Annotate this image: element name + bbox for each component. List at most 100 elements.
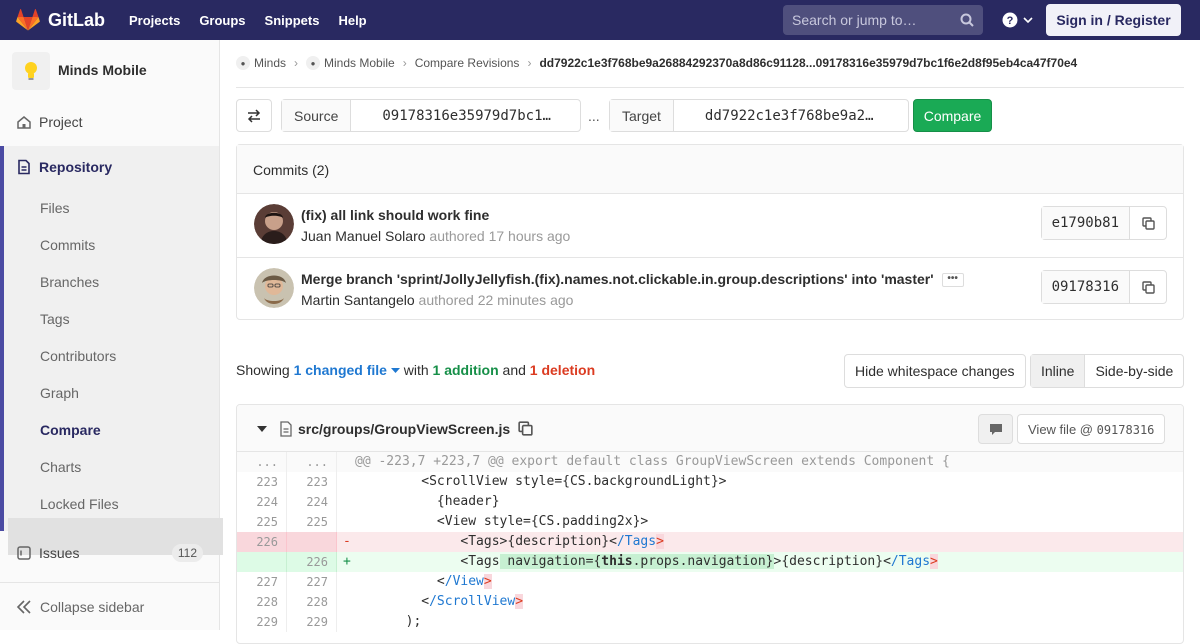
old-line-number <box>237 552 287 572</box>
signin-button[interactable]: Sign in / Register <box>1046 4 1181 36</box>
chevron-down-icon <box>1023 17 1033 24</box>
new-line-number[interactable]: 228 <box>287 592 337 612</box>
collapse-chevron-icon[interactable] <box>257 426 267 433</box>
compare-button[interactable]: Compare <box>913 99 992 132</box>
new-line-number[interactable]: 225 <box>287 512 337 532</box>
sidebar-item-label: Issues <box>39 544 80 561</box>
sidebar-subitem-charts[interactable]: Charts <box>40 459 81 475</box>
new-line-number[interactable]: 227 <box>287 572 337 592</box>
hunk-text: @@ -223,7 +223,7 @@ export default class… <box>337 452 1183 472</box>
sidebar-subitem-locked-files[interactable]: Locked Files <box>40 496 119 512</box>
sidebar-item-issues[interactable]: Issues 112 <box>0 534 219 571</box>
commit-title[interactable]: Merge branch 'sprint/JollyJellyfish.(fix… <box>301 271 964 288</box>
commit-author[interactable]: Juan Manuel Solaro <box>301 228 426 244</box>
commit-author[interactable]: Martin Santangelo <box>301 292 415 308</box>
old-line-number[interactable]: 229 <box>237 612 287 632</box>
sidebar-subitem-contributors[interactable]: Contributors <box>40 348 116 364</box>
swap-revisions-button[interactable] <box>236 99 272 132</box>
source-label: Source <box>282 100 352 131</box>
top-navbar: GitLab Projects Groups Snippets Help Sea… <box>0 0 1200 40</box>
diff-line: 224 224 {header} <box>237 492 1183 512</box>
commit-meta: Martin Santangelo authored 22 minutes ag… <box>301 292 573 308</box>
source-ref-selector[interactable]: Source 09178316e35979d7bc1… <box>281 99 581 132</box>
copy-sha-button[interactable] <box>1130 207 1166 239</box>
avatar[interactable] <box>254 204 294 244</box>
inline-view-button[interactable]: Inline <box>1031 355 1086 387</box>
new-line-number[interactable]: 229 <box>287 612 337 632</box>
commit-sha[interactable]: e1790b81 <box>1041 207 1130 239</box>
sidebar-item-label: Repository <box>39 158 113 175</box>
diff-summary: Showing 1 changed file with 1 addition a… <box>236 362 595 378</box>
collapse-label: Collapse sidebar <box>40 599 145 615</box>
swap-arrows-icon <box>247 108 261 123</box>
old-line-number[interactable]: 228 <box>237 592 287 612</box>
view-file-button[interactable]: View file @ 09178316 <box>1017 414 1166 444</box>
toggle-comments-button[interactable] <box>978 414 1013 444</box>
commit-title[interactable]: (fix) all link should work fine <box>301 207 489 223</box>
sidebar-item-project[interactable]: Project <box>0 103 219 140</box>
target-label: Target <box>610 100 674 131</box>
breadcrumb-item-compare[interactable]: Compare Revisions <box>415 56 520 70</box>
breadcrumb: ● Minds › ● Minds Mobile › Compare Revis… <box>236 56 1184 88</box>
avatar[interactable] <box>254 268 294 308</box>
target-ref-selector[interactable]: Target dd7922c1e3f768be9a2… <box>609 99 909 132</box>
document-icon <box>18 159 30 175</box>
project-name: Minds Mobile <box>58 62 147 78</box>
project-sidebar: Minds Mobile Project Repository Files Co… <box>0 40 223 630</box>
old-line-number[interactable]: 227 <box>237 572 287 592</box>
sidebar-item-repository[interactable]: Repository <box>0 148 219 185</box>
old-line-number[interactable]: 225 <box>237 512 287 532</box>
new-line-number: ... <box>287 452 337 472</box>
commit-sha[interactable]: 09178316 <box>1041 271 1130 303</box>
range-separator: ... <box>588 108 600 124</box>
breadcrumb-item-minds-mobile[interactable]: ● Minds Mobile <box>306 56 395 70</box>
diff-line-removed: 226 - <Tags>{description}</Tags> <box>237 532 1183 552</box>
breadcrumb-item-minds[interactable]: ● Minds <box>236 56 286 70</box>
sidebar-subitem-branches[interactable]: Branches <box>40 274 99 290</box>
diff-table: ... ... @@ -223,7 +223,7 @@ export defau… <box>237 452 1183 632</box>
collapse-sidebar-button[interactable]: Collapse sidebar <box>0 582 219 630</box>
nav-help[interactable]: Help <box>338 13 366 28</box>
breadcrumb-label: Minds Mobile <box>324 56 395 70</box>
group-avatar: ● <box>236 56 250 70</box>
diff-line: 223 223 <ScrollView style={CS.background… <box>237 472 1183 492</box>
sidebar-project-header[interactable]: Minds Mobile <box>0 40 219 102</box>
line-code: ); <box>343 614 422 629</box>
gitlab-logo[interactable]: GitLab <box>16 8 105 32</box>
help-dropdown[interactable]: ? <box>1002 12 1033 28</box>
nav-snippets[interactable]: Snippets <box>265 13 320 28</box>
new-line-number[interactable]: 223 <box>287 472 337 492</box>
changed-files-dropdown[interactable]: 1 changed file <box>294 362 400 378</box>
new-line-number[interactable]: 226 <box>287 552 337 572</box>
diff-line: 228 228 </ScrollView> <box>237 592 1183 612</box>
copy-sha-button[interactable] <box>1130 271 1166 303</box>
diff-hunk-header: ... ... @@ -223,7 +223,7 @@ export defau… <box>237 452 1183 472</box>
expand-description-button[interactable]: ••• <box>941 273 964 288</box>
search-input[interactable]: Search or jump to… <box>783 5 983 35</box>
old-line-number[interactable]: 224 <box>237 492 287 512</box>
old-line-number[interactable]: 223 <box>237 472 287 492</box>
home-icon <box>17 116 31 129</box>
commit-verb: authored <box>429 228 485 244</box>
sidebar-subitem-compare[interactable]: Compare <box>40 422 101 438</box>
diff-line: 229 229 ); <box>237 612 1183 632</box>
summary-and: and <box>502 362 526 378</box>
sidebar-subitem-graph[interactable]: Graph <box>40 385 79 401</box>
new-line-number[interactable]: 224 <box>287 492 337 512</box>
hide-whitespace-button[interactable]: Hide whitespace changes <box>844 354 1026 388</box>
sidebar-subitem-files[interactable]: Files <box>40 200 70 216</box>
sidebar-subitem-commits[interactable]: Commits <box>40 237 95 253</box>
nav-projects[interactable]: Projects <box>129 13 180 28</box>
file-path[interactable]: src/groups/GroupViewScreen.js <box>298 421 510 437</box>
sidebar-subitem-tags[interactable]: Tags <box>40 311 70 327</box>
summary-with: with <box>403 362 429 378</box>
copy-path-icon[interactable] <box>518 421 533 436</box>
deletions-count: 1 deletion <box>529 362 596 378</box>
diff-line: 227 227 </View> <box>237 572 1183 592</box>
svg-text:?: ? <box>1007 15 1014 27</box>
nav-groups[interactable]: Groups <box>199 13 245 28</box>
old-line-number[interactable]: 226 <box>237 532 287 552</box>
side-by-side-button[interactable]: Side-by-side <box>1085 355 1183 387</box>
breadcrumb-current: dd7922c1e3f768be9a26884292370a8d86c91128… <box>539 56 1078 70</box>
commit-time: 17 hours ago <box>488 228 571 244</box>
